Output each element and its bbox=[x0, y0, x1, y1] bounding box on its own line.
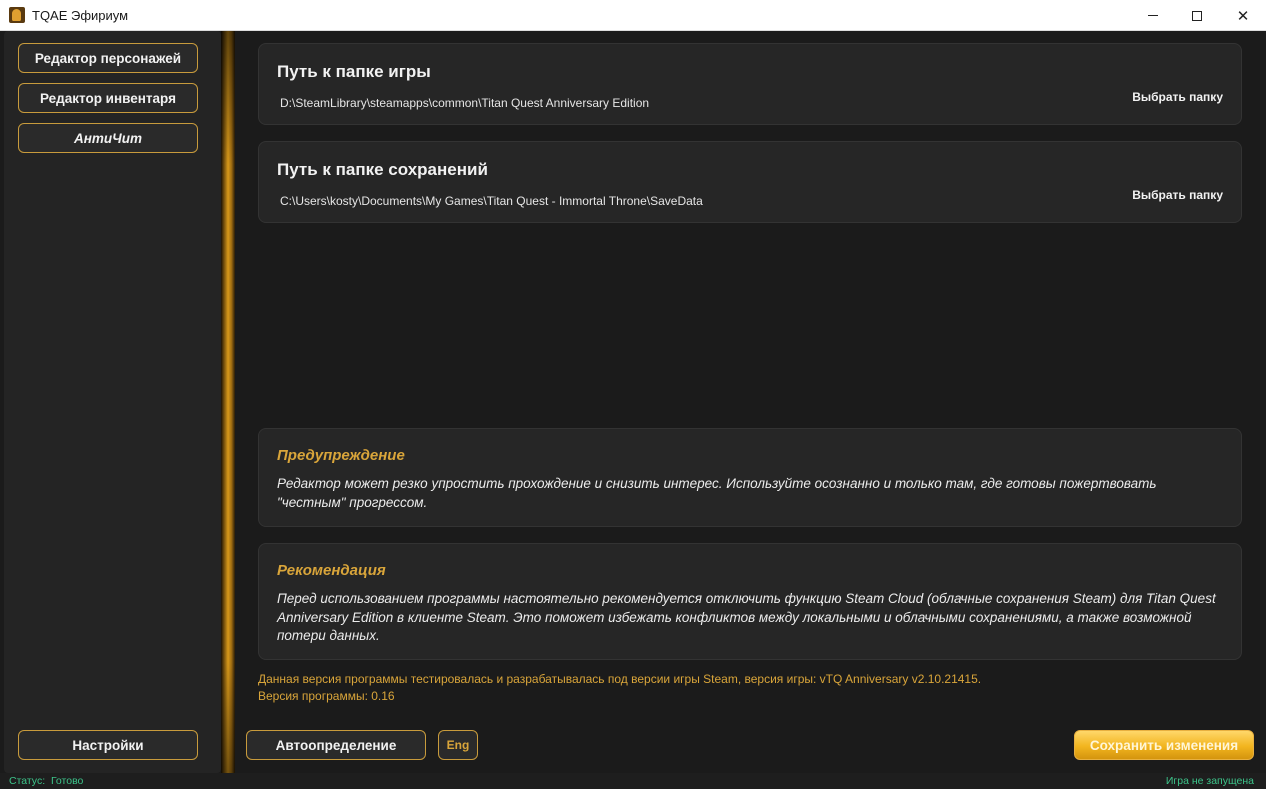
title-bar: TQAE Эфириум ✕ bbox=[0, 0, 1266, 31]
sidebar-item-inventory-editor[interactable]: Редактор инвентаря bbox=[18, 83, 198, 113]
save-folder-card: Путь к папке сохранений C:\Users\kosty\D… bbox=[258, 141, 1242, 223]
settings-button[interactable]: Настройки bbox=[18, 730, 198, 760]
sidebar-item-label: АнтиЧит bbox=[74, 130, 142, 146]
window-title: TQAE Эфириум bbox=[32, 7, 129, 23]
status-left: Статус: Готово bbox=[9, 775, 83, 787]
sidebar-item-character-editor[interactable]: Редактор персонажей bbox=[18, 43, 198, 73]
gold-divider bbox=[221, 31, 235, 773]
game-folder-title: Путь к папке игры bbox=[277, 62, 431, 81]
version-info: Данная версия программы тестировалась и … bbox=[258, 671, 981, 705]
minimize-icon bbox=[1148, 15, 1158, 16]
app-logo-icon bbox=[9, 7, 25, 23]
maximize-button[interactable] bbox=[1174, 0, 1220, 31]
autodetect-button[interactable]: Автоопределение bbox=[246, 730, 426, 760]
language-button[interactable]: Eng bbox=[438, 730, 478, 760]
save-folder-title: Путь к папке сохранений bbox=[277, 160, 488, 179]
game-status: Игра не запущена bbox=[1165, 775, 1254, 787]
status-bar: Статус: Готово Игра не запущена bbox=[0, 773, 1266, 789]
program-version-text: Версия программы: 0.16 bbox=[258, 689, 395, 703]
choose-save-folder-button[interactable]: Выбрать папку bbox=[1132, 188, 1223, 202]
language-label: Eng bbox=[446, 738, 470, 752]
maximize-icon bbox=[1192, 10, 1202, 21]
minimize-button[interactable] bbox=[1130, 0, 1176, 31]
sidebar: Редактор персонажей Редактор инвентаря А… bbox=[4, 31, 221, 773]
game-folder-path: D:\SteamLibrary\steamapps\common\Titan Q… bbox=[280, 96, 650, 110]
sidebar-item-label: Редактор персонажей bbox=[34, 50, 182, 66]
warning-card: Предупреждение Редактор может резко упро… bbox=[258, 428, 1242, 527]
status-value: Готово bbox=[50, 775, 84, 787]
recommendation-body: Перед использованием программы настоятел… bbox=[277, 591, 1216, 643]
save-changes-button[interactable]: Сохранить изменения bbox=[1074, 730, 1254, 760]
autodetect-label: Автоопределение bbox=[275, 737, 397, 753]
game-folder-card: Путь к папке игры D:\SteamLibrary\steama… bbox=[258, 43, 1242, 125]
recommendation-card: Рекомендация Перед использованием програ… bbox=[258, 543, 1242, 660]
sidebar-item-label: Редактор инвентаря bbox=[40, 90, 176, 106]
sidebar-item-anticheat[interactable]: АнтиЧит bbox=[18, 123, 198, 153]
warning-body: Редактор может резко упростить прохожден… bbox=[277, 476, 1157, 510]
warning-title: Предупреждение bbox=[277, 447, 405, 464]
close-icon: ✕ bbox=[1236, 7, 1250, 25]
status-label: Статус: bbox=[9, 775, 46, 787]
choose-game-folder-button[interactable]: Выбрать папку bbox=[1132, 90, 1223, 104]
recommendation-title: Рекомендация bbox=[277, 562, 386, 579]
settings-label: Настройки bbox=[72, 737, 144, 753]
close-button[interactable]: ✕ bbox=[1220, 0, 1266, 31]
save-changes-label: Сохранить изменения bbox=[1089, 737, 1239, 753]
save-folder-path: C:\Users\kosty\Documents\My Games\Titan … bbox=[280, 194, 703, 208]
tested-version-text: Данная версия программы тестировалась и … bbox=[258, 672, 982, 686]
